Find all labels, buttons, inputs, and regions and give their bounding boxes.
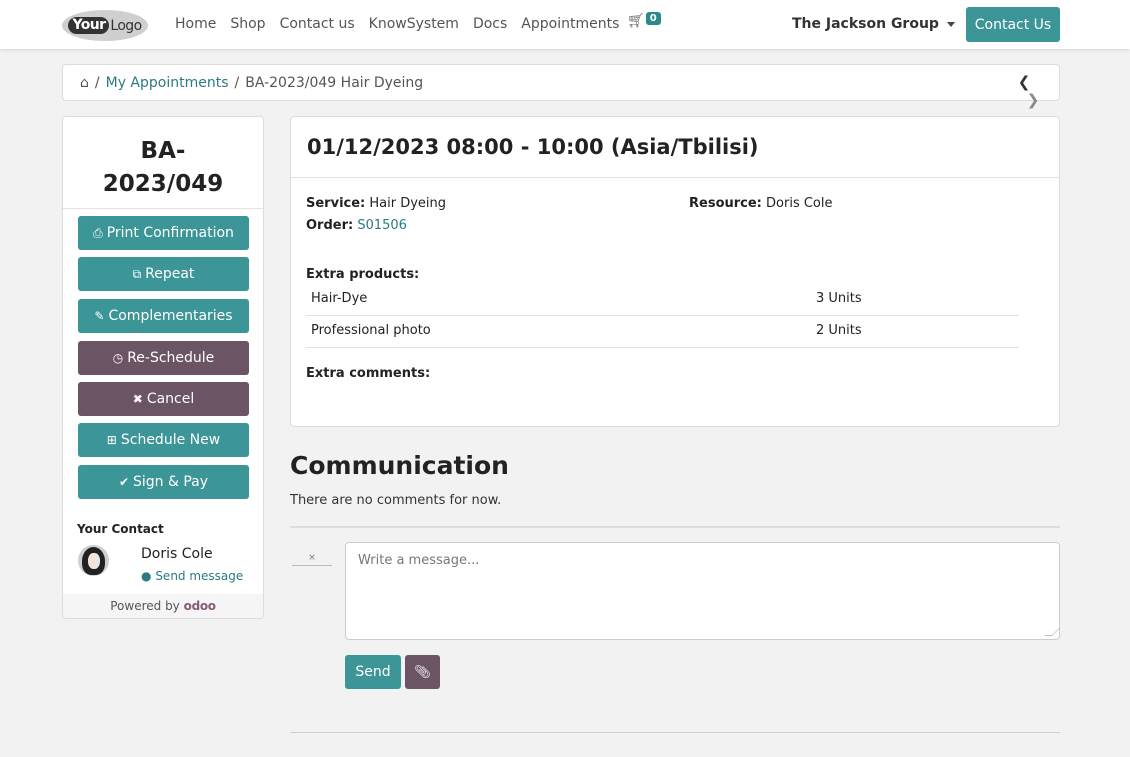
main-nav: Home Shop Contact us KnowSystem Docs App… <box>175 16 633 32</box>
logo-light-text: Logo <box>110 17 142 34</box>
copy-icon: ⧉ <box>132 266 142 281</box>
extra-products-heading: Extra products: <box>306 267 420 282</box>
send-button[interactable]: Send <box>345 655 401 689</box>
home-icon[interactable]: ⌂ <box>80 75 89 91</box>
plus-square-icon: ⊞ <box>106 433 117 447</box>
schedule-new-button[interactable]: ⊞ Schedule New <box>78 423 249 457</box>
company-switcher[interactable]: The Jackson Group <box>792 16 955 32</box>
attach-button[interactable]: 📎︎ <box>405 655 440 689</box>
chevron-right-icon[interactable]: ❯ <box>1024 91 1042 109</box>
breadcrumb: ⌂ / My Appointments / BA-2023/049 Hair Dyein… <box>62 64 1060 109</box>
cart-link[interactable]: 🛒︎ 0 <box>627 12 661 29</box>
send-message-label: Send message <box>155 569 244 583</box>
company-logo[interactable]: Your Logo <box>62 10 148 41</box>
send-message-link[interactable]: ● Send message <box>141 569 243 583</box>
sign-and-pay-button[interactable]: ✔ Sign & Pay <box>78 465 249 499</box>
message-placeholder: Write a message... <box>358 553 480 568</box>
company-name: The Jackson Group <box>792 16 939 32</box>
repeat-button[interactable]: ⧉ Repeat <box>78 257 249 291</box>
no-comments-text: There are no comments for now. <box>290 493 502 508</box>
comment-icon: ● <box>141 569 152 583</box>
clock-icon: ◷ <box>112 351 124 365</box>
paperclip-icon: 📎︎ <box>414 664 431 680</box>
product-qty: 2 Units <box>816 323 862 338</box>
resize-handle[interactable] <box>1044 628 1060 636</box>
extra-comments-heading: Extra comments: <box>306 366 431 381</box>
button-label: Re-Schedule <box>127 350 215 366</box>
breadcrumb-my-appointments[interactable]: My Appointments <box>106 75 229 91</box>
reference-line-2: 2023/049 <box>102 171 224 197</box>
avatar <box>78 545 109 576</box>
cart-icon: 🛒︎ <box>627 13 645 29</box>
button-label: Print Confirmation <box>106 225 234 241</box>
button-label: Schedule New <box>120 432 221 448</box>
button-label: Repeat <box>145 266 195 282</box>
caret-down-icon <box>946 21 955 27</box>
breadcrumb-trail: ⌂ / My Appointments / BA-2023/049 Hair Dyein… <box>80 75 423 91</box>
card-divider <box>291 177 1059 178</box>
powered-by: Powered by odoo <box>63 594 263 618</box>
nav-docs[interactable]: Docs <box>473 16 507 32</box>
print-confirmation-button[interactable]: ⎙ Print Confirmation <box>78 216 249 250</box>
service-field: Service: Hair Dyeing <box>306 196 446 211</box>
sidebar-divider <box>63 208 263 209</box>
bottom-divider <box>290 732 1060 733</box>
communication-title: Communication <box>290 451 509 480</box>
appointment-datetime: 01/12/2023 08:00 - 10:00 (Asia/Tbilisi) <box>307 135 759 159</box>
order-label: Order: <box>306 218 354 233</box>
table-row: Professional photo 2 Units <box>306 316 1019 348</box>
service-label: Service: <box>306 196 366 211</box>
edit-icon: ✎ <box>94 309 105 323</box>
appointment-sidebar: BA- 2023/049 ⎙ Print Confirmation ⧉ Repeat… <box>62 116 264 619</box>
cart-count-badge: 0 <box>645 12 661 25</box>
nav-contact-us[interactable]: Contact us <box>280 16 355 32</box>
odoo-logo[interactable]: odoo <box>184 599 216 613</box>
nav-shop[interactable]: Shop <box>230 16 265 32</box>
powered-by-text: Powered by <box>110 599 180 613</box>
appointment-reference: BA- 2023/049 <box>63 135 263 201</box>
nav-appointments[interactable]: Appointments <box>521 16 619 32</box>
user-avatar: × <box>292 553 332 569</box>
your-contact-heading: Your Contact <box>77 522 164 536</box>
service-value: Hair Dyeing <box>369 196 447 211</box>
breadcrumb-separator: / <box>94 75 100 91</box>
button-label: Sign & Pay <box>133 474 209 490</box>
print-icon: ⎙ <box>93 225 103 240</box>
appointment-card: 01/12/2023 08:00 - 10:00 (Asia/Tbilisi) … <box>290 116 1060 427</box>
product-name: Professional photo <box>311 323 431 338</box>
product-qty: 3 Units <box>816 291 862 306</box>
message-input[interactable]: Write a message... <box>345 542 1060 640</box>
chevron-left-icon[interactable]: ❮ <box>1015 73 1033 91</box>
cancel-button[interactable]: ✖ Cancel <box>78 382 249 416</box>
resource-field: Resource: Doris Cole <box>689 196 833 211</box>
table-row: Hair-Dye 3 Units <box>306 284 1019 316</box>
reference-line-1: BA- <box>140 138 186 164</box>
product-name: Hair-Dye <box>311 291 368 306</box>
breadcrumb-separator: / <box>234 75 240 91</box>
order-field: Order: S01506 <box>306 218 407 233</box>
complementaries-button[interactable]: ✎ Complementaries <box>78 299 249 333</box>
check-icon: ✔ <box>118 475 130 489</box>
top-navbar: Your Logo Home Shop Contact us KnowSystem… <box>0 0 1130 49</box>
reschedule-button[interactable]: ◷ Re-Schedule <box>78 341 249 375</box>
order-link[interactable]: S01506 <box>357 218 407 233</box>
communication-divider <box>290 526 1060 528</box>
close-icon: ✖ <box>132 392 143 406</box>
nav-home[interactable]: Home <box>175 16 216 32</box>
nav-knowsystem[interactable]: KnowSystem <box>369 16 459 32</box>
record-pager: ❮❯ <box>1015 73 1059 109</box>
contact-name: Doris Cole <box>141 546 213 562</box>
button-label: Cancel <box>146 391 195 407</box>
resource-value: Doris Cole <box>766 196 833 211</box>
breadcrumb-current: BA-2023/049 Hair Dyeing <box>245 75 424 91</box>
logo-bold-text: Your <box>68 17 110 34</box>
contact-us-button[interactable]: Contact Us <box>966 7 1060 42</box>
resource-label: Resource: <box>689 196 762 211</box>
button-label: Complementaries <box>108 308 233 324</box>
